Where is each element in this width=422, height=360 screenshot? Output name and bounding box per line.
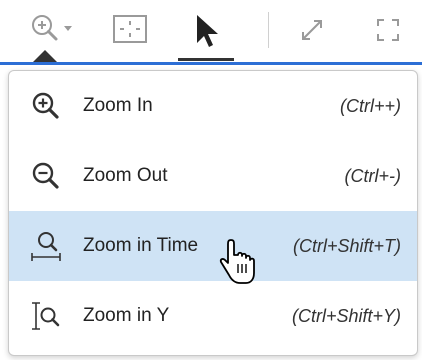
toolbar — [0, 0, 422, 65]
fit-to-view-button[interactable] — [106, 10, 154, 50]
menu-item-label: Zoom Out — [83, 165, 168, 186]
zoom-dropdown-button[interactable] — [20, 10, 80, 50]
chevron-down-icon — [64, 26, 72, 31]
menu-item-shortcut: (Ctrl+Shift+T) — [292, 236, 401, 256]
menu-item-label: Zoom in Y — [83, 305, 170, 326]
expand-arrows-icon — [302, 20, 322, 40]
fullscreen-button[interactable] — [366, 10, 410, 50]
expand-button[interactable] — [290, 10, 334, 50]
menu-item-zoom-out[interactable]: Zoom Out (Ctrl+-) — [9, 141, 417, 211]
zoom-y-icon — [32, 302, 60, 330]
toolbar-divider — [268, 12, 269, 48]
cursor-arrow-icon — [197, 15, 218, 47]
zoom-time-icon — [31, 232, 61, 261]
select-pointer-button[interactable] — [184, 10, 228, 50]
zoom-in-icon — [32, 92, 59, 119]
zoom-in-icon — [32, 15, 72, 41]
zoom-dropdown-menu: Zoom In (Ctrl++) Zoom Out (Ctrl+-) Zoom … — [8, 70, 418, 356]
menu-item-shortcut: (Ctrl+Shift+Y) — [291, 306, 401, 326]
menu-item-zoom-in[interactable]: Zoom In (Ctrl++) — [9, 71, 417, 141]
menu-item-zoom-in-time[interactable]: Zoom in Time (Ctrl+Shift+T) — [9, 211, 417, 281]
menu-item-shortcut: (Ctrl++) — [339, 96, 401, 116]
zoom-out-icon — [32, 162, 59, 189]
toolbar-accent-line — [0, 62, 422, 65]
hand-pointer-icon — [219, 239, 255, 284]
menu-item-label: Zoom in Time — [83, 235, 199, 256]
menu-item-zoom-in-y[interactable]: Zoom in Y (Ctrl+Shift+Y) — [9, 281, 417, 351]
menu-item-shortcut: (Ctrl+-) — [344, 166, 402, 186]
fit-frame-icon — [113, 15, 147, 43]
menu-item-label: Zoom In — [83, 95, 153, 116]
active-tool-indicator — [178, 58, 234, 61]
fullscreen-corners-icon — [377, 19, 399, 41]
